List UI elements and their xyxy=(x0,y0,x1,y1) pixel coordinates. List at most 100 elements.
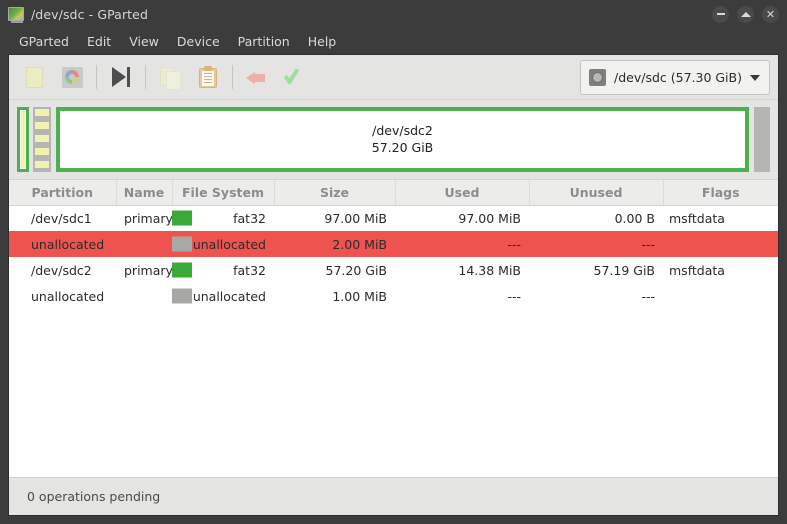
toolbar-separator-3 xyxy=(232,65,233,89)
minimize-button[interactable] xyxy=(712,5,729,23)
disk-color-wheel-icon xyxy=(61,66,83,88)
column-header-size[interactable]: Size xyxy=(274,180,396,206)
status-text: 0 operations pending xyxy=(27,489,161,504)
cell-flags xyxy=(663,283,778,309)
menu-partition[interactable]: Partition xyxy=(229,31,299,52)
graphic-partition-sdc1[interactable] xyxy=(17,107,29,172)
filesystem-label: fat32 xyxy=(233,210,266,226)
filesystem-label: fat32 xyxy=(233,262,266,278)
cell-name: primary xyxy=(124,210,173,226)
graphic-partition-sdc2[interactable]: /dev/sdc2 57.20 GiB xyxy=(56,107,749,172)
maximize-button[interactable] xyxy=(737,5,754,23)
device-selector[interactable]: /dev/sdc (57.30 GiB) xyxy=(580,60,770,95)
apply-button[interactable] xyxy=(276,59,314,95)
table-row[interactable]: unallocated unallocated 1.00 MiB --- --- xyxy=(9,283,778,309)
partition-table-container: Partition Name File System Size Used Unu… xyxy=(9,180,778,477)
graphic-sdc2-size: 57.20 GiB xyxy=(371,139,434,155)
graphic-sdc2-name: /dev/sdc2 xyxy=(372,122,433,138)
table-header-row: Partition Name File System Size Used Unu… xyxy=(9,180,778,206)
partition-table: Partition Name File System Size Used Unu… xyxy=(9,180,778,309)
clipboard-paste-icon xyxy=(199,66,217,88)
menu-edit[interactable]: Edit xyxy=(78,31,120,52)
cell-unused: --- xyxy=(641,288,655,304)
partition-graphic: /dev/sdc2 57.20 GiB xyxy=(9,100,778,180)
partition-table-body: /dev/sdc1 primary fat32 97.00 MiB 97.00 … xyxy=(9,205,778,309)
cell-flags: msftdata xyxy=(669,262,725,278)
hard-disk-icon xyxy=(589,69,606,86)
close-button[interactable]: ✕ xyxy=(762,5,779,23)
toolbar-separator-1 xyxy=(96,65,97,89)
gparted-app-icon xyxy=(8,7,24,23)
gparted-window: /dev/sdc - GParted ✕ GParted Edit View D… xyxy=(0,0,787,524)
cell-name xyxy=(116,283,172,309)
column-header-partition[interactable]: Partition xyxy=(9,180,117,206)
new-document-icon xyxy=(25,66,43,88)
window-title: /dev/sdc - GParted xyxy=(31,6,149,22)
skip-forward-icon xyxy=(111,67,131,87)
menu-view[interactable]: View xyxy=(120,31,168,52)
cell-partition: /dev/sdc2 xyxy=(31,262,92,278)
column-header-name[interactable]: Name xyxy=(116,180,173,206)
filesystem-color-swatch xyxy=(172,236,192,252)
cell-partition: unallocated xyxy=(9,231,116,257)
cell-name xyxy=(116,231,172,257)
filesystem-color-swatch xyxy=(172,288,192,304)
green-check-icon xyxy=(284,67,306,87)
cell-partition: unallocated xyxy=(31,288,105,304)
column-header-used[interactable]: Used xyxy=(395,180,530,206)
cell-size: 1.00 MiB xyxy=(332,288,387,304)
cell-flags xyxy=(663,231,778,257)
filesystem-label: unallocated xyxy=(192,236,266,252)
status-bar: 0 operations pending xyxy=(9,477,778,515)
chevron-down-icon xyxy=(750,74,760,81)
client-area: /dev/sdc (57.30 GiB) /dev/sdc2 57.20 GiB xyxy=(8,54,779,516)
close-icon: ✕ xyxy=(765,7,776,21)
cell-unused: 57.19 GiB xyxy=(593,262,656,278)
table-row[interactable]: /dev/sdc1 primary fat32 97.00 MiB 97.00 … xyxy=(9,205,778,231)
cell-used: 97.00 MiB xyxy=(458,210,521,226)
delete-partition-button[interactable] xyxy=(53,59,91,95)
graphic-unallocated-1[interactable] xyxy=(33,107,51,172)
cell-used: 14.38 MiB xyxy=(458,262,521,278)
cell-used: --- xyxy=(507,288,521,304)
device-selector-label: /dev/sdc (57.30 GiB) xyxy=(614,70,742,85)
paste-button[interactable] xyxy=(189,59,227,95)
cell-filesystem: fat32 xyxy=(172,205,274,231)
menu-gparted[interactable]: GParted xyxy=(10,31,78,52)
cell-unused: 0.00 B xyxy=(614,210,655,226)
cell-name: primary xyxy=(124,262,173,278)
apply-all-operations-button[interactable] xyxy=(102,59,140,95)
filesystem-label: unallocated xyxy=(192,288,266,304)
minimize-icon xyxy=(716,13,725,15)
menu-bar: GParted Edit View Device Partition Help xyxy=(0,28,787,54)
maximize-icon xyxy=(740,11,751,17)
menu-device[interactable]: Device xyxy=(168,31,229,52)
menu-help[interactable]: Help xyxy=(299,31,346,52)
table-row[interactable]: /dev/sdc2 primary fat32 57.20 GiB 14.38 … xyxy=(9,257,778,283)
cell-partition: /dev/sdc1 xyxy=(31,210,92,226)
toolbar-separator-2 xyxy=(145,65,146,89)
cell-filesystem: unallocated xyxy=(172,231,274,257)
cell-used: --- xyxy=(395,231,529,257)
toolbar: /dev/sdc (57.30 GiB) xyxy=(9,55,778,100)
new-partition-button[interactable] xyxy=(15,59,53,95)
cell-filesystem: unallocated xyxy=(172,283,274,309)
window-controls: ✕ xyxy=(712,0,779,28)
undo-arrow-icon xyxy=(246,67,268,87)
cell-size: 2.00 MiB xyxy=(274,231,395,257)
cell-filesystem: fat32 xyxy=(172,257,274,283)
cell-size: 97.00 MiB xyxy=(324,210,387,226)
graphic-unallocated-hatch xyxy=(35,109,49,170)
table-row[interactable]: unallocated unallocated 2.00 MiB --- --- xyxy=(9,231,778,257)
cell-unused: --- xyxy=(529,231,663,257)
title-bar[interactable]: /dev/sdc - GParted ✕ xyxy=(0,0,787,28)
column-header-flags[interactable]: Flags xyxy=(663,180,778,206)
copy-button[interactable] xyxy=(151,59,189,95)
column-header-filesystem[interactable]: File System xyxy=(172,180,275,206)
cell-flags: msftdata xyxy=(669,210,725,226)
filesystem-color-swatch xyxy=(172,262,192,278)
column-header-unused[interactable]: Unused xyxy=(529,180,664,206)
graphic-unallocated-2[interactable] xyxy=(754,107,770,172)
graphic-sdc2-label: /dev/sdc2 57.20 GiB xyxy=(372,123,434,157)
undo-button[interactable] xyxy=(238,59,276,95)
